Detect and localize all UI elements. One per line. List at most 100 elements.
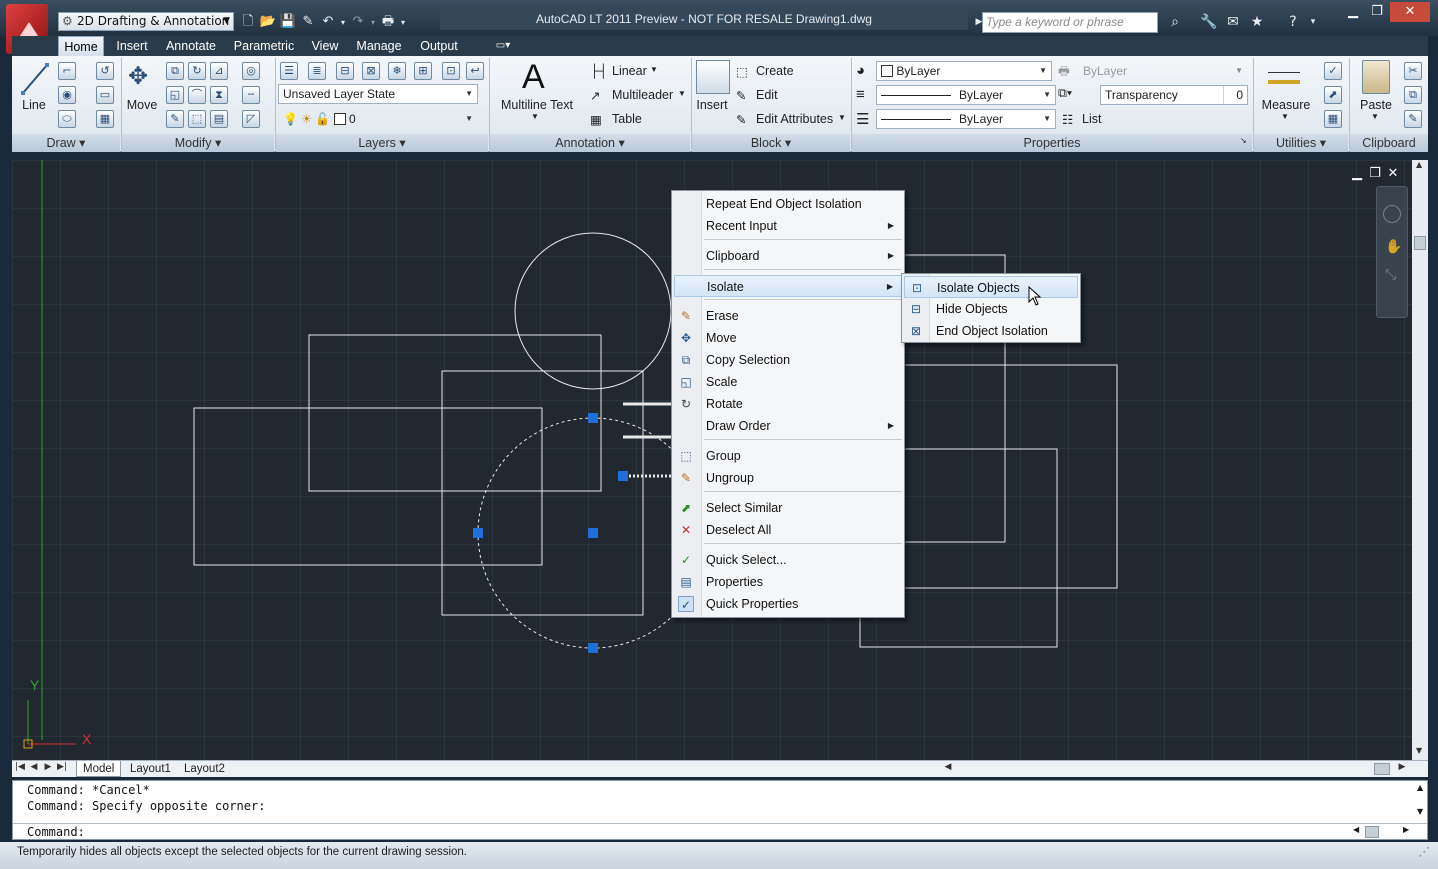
last-layout-icon[interactable]: ▶| xyxy=(56,762,68,772)
plot-icon[interactable]: 🖶 xyxy=(378,12,398,31)
menu-item-draw-order[interactable]: Draw Order ▶ xyxy=(674,415,902,437)
measure-button[interactable]: Measure xyxy=(1258,98,1314,112)
hatch-icon[interactable]: ▦ xyxy=(96,110,114,128)
paste-button[interactable]: Paste xyxy=(1354,98,1398,112)
tab-insert[interactable]: Insert xyxy=(110,36,154,56)
paste-icon[interactable] xyxy=(1362,60,1390,94)
favorites-star-icon[interactable]: ★ xyxy=(1246,12,1268,32)
transparency-icon[interactable]: ⧉▾ xyxy=(1058,86,1072,101)
redo-icon[interactable]: ↷ xyxy=(348,12,368,31)
lineweight-icon[interactable]: ☰ xyxy=(856,110,869,128)
fillet-icon[interactable]: ⌒ xyxy=(188,86,206,104)
insert-block-icon[interactable] xyxy=(696,60,730,94)
circle-icon[interactable]: ◉ xyxy=(58,86,76,104)
command-input[interactable]: Command: ◀ ▶ xyxy=(13,823,1427,840)
multileader-dropdown-icon[interactable]: ▼ xyxy=(678,89,686,98)
copy-clip-icon[interactable]: ⧉ xyxy=(1404,86,1422,104)
close-icon[interactable]: ✕ xyxy=(1390,2,1430,22)
cmd-scroll-down-icon[interactable]: ▼ xyxy=(1417,807,1423,816)
stretch-icon[interactable]: ◱ xyxy=(166,86,184,104)
grip-handle[interactable] xyxy=(588,528,598,538)
help-dropdown-icon[interactable]: ▾ xyxy=(1302,12,1324,32)
minimize-icon[interactable]: ▁ xyxy=(1340,2,1366,22)
utilities-panel-title[interactable]: Utilities ▾ xyxy=(1254,134,1348,152)
mirror-icon[interactable]: ⧗ xyxy=(210,86,228,104)
menu-item-clipboard[interactable]: Clipboard ▶ xyxy=(674,245,902,267)
qat-dropdown-icon[interactable]: ▾ xyxy=(398,13,408,32)
offset-icon[interactable]: ◎ xyxy=(242,62,260,80)
grip-handle[interactable] xyxy=(588,413,598,423)
layer-off-icon[interactable]: ⊠ xyxy=(362,62,380,80)
next-layout-icon[interactable]: ▶ xyxy=(42,762,54,772)
redo-dropdown-icon[interactable]: ▾ xyxy=(368,13,378,32)
menu-item-isolate-objects[interactable]: ⊡ Isolate Objects xyxy=(904,276,1078,298)
rectangle-icon[interactable]: ▭ xyxy=(96,86,114,104)
break-icon[interactable]: ╌ xyxy=(242,86,260,104)
tab-output[interactable]: Output xyxy=(414,36,464,56)
match-properties-icon[interactable]: ✎ xyxy=(1404,110,1422,128)
menu-item-group[interactable]: ⬚ Group xyxy=(674,445,902,467)
tab-home[interactable]: Home xyxy=(58,36,104,56)
navigation-bar[interactable]: ✋ ⤡ xyxy=(1376,186,1408,318)
scale-icon[interactable]: ⬚ xyxy=(188,110,206,128)
modify-panel-title[interactable]: Modify ▾ xyxy=(122,134,274,152)
block-panel-title[interactable]: Block ▾ xyxy=(692,134,850,152)
grip-handle[interactable] xyxy=(473,528,483,538)
multileader-button[interactable]: Multileader xyxy=(612,88,673,102)
chamfer-icon[interactable]: ◸ xyxy=(242,110,260,128)
tab-view[interactable]: View xyxy=(308,36,342,56)
tab-layout2[interactable]: Layout2 xyxy=(178,761,231,777)
layer-dropdown[interactable]: 💡 ☀ 🔓 0 ▼ xyxy=(278,109,478,129)
save-as-icon[interactable]: ✎ xyxy=(298,12,318,31)
tab-model[interactable]: Model xyxy=(76,761,122,777)
zoom-extents-icon[interactable]: ⤡ xyxy=(1385,267,1396,283)
edit-block-icon[interactable]: ✎ xyxy=(736,88,746,103)
cut-icon[interactable]: ✂ xyxy=(1404,62,1422,80)
table-button[interactable]: Table xyxy=(612,112,642,126)
layer-states-icon[interactable]: ≣ xyxy=(308,62,326,80)
measure-icon[interactable] xyxy=(1268,66,1300,84)
scroll-right-icon[interactable]: ▶ xyxy=(1396,762,1408,772)
chevron-down-icon[interactable]: ▼ xyxy=(1280,112,1290,121)
cmd-scroll-right-icon[interactable]: ▶ xyxy=(1403,825,1409,834)
multiline-text-icon[interactable]: A xyxy=(522,58,545,97)
viewport-minimize-icon[interactable]: ▁ xyxy=(1348,166,1366,181)
steering-wheel-icon[interactable] xyxy=(1383,205,1401,223)
menu-item-repeat-end-object-isolation[interactable]: Repeat End Object Isolation xyxy=(674,193,902,215)
edit-attributes-dropdown-icon[interactable]: ▼ xyxy=(838,113,846,122)
annotation-panel-title[interactable]: Annotation ▾ xyxy=(490,134,690,152)
array-icon[interactable]: ▤ xyxy=(210,110,228,128)
menu-item-copy-selection[interactable]: ⧉ Copy Selection xyxy=(674,349,902,371)
multiline-text-button[interactable]: Multiline Text xyxy=(498,98,576,112)
polyline-icon[interactable]: ⌐ xyxy=(58,62,76,80)
tab-annotate[interactable]: Annotate xyxy=(162,36,220,56)
chevron-down-icon[interactable]: ▼ xyxy=(1370,112,1380,121)
rotate-icon[interactable]: ↻ xyxy=(188,62,206,80)
undo-dropdown-icon[interactable]: ▾ xyxy=(338,13,348,32)
viewport-restore-icon[interactable]: ❐ xyxy=(1366,166,1384,181)
rectangle-shape[interactable] xyxy=(308,334,602,492)
multileader-icon[interactable]: ↗ xyxy=(590,88,600,103)
move-button[interactable]: Move xyxy=(124,98,160,112)
menu-item-move[interactable]: ✥ Move xyxy=(674,327,902,349)
grip-handle[interactable] xyxy=(618,471,628,481)
menu-item-quick-properties[interactable]: ✓ Quick Properties xyxy=(674,593,902,615)
menu-item-isolate[interactable]: Isolate ▶ xyxy=(674,275,902,297)
layer-lock-icon[interactable]: ⊞ xyxy=(414,62,432,80)
maximize-icon[interactable]: ❐ xyxy=(1364,2,1390,22)
list-icon[interactable]: ☷ xyxy=(1062,112,1073,127)
menu-item-end-object-isolation[interactable]: ⊠ End Object Isolation xyxy=(904,320,1078,342)
copy-icon[interactable]: ⧉ xyxy=(166,62,184,80)
layer-properties-icon[interactable]: ☰ xyxy=(280,62,298,80)
subscription-icon[interactable]: 🔧 xyxy=(1198,12,1220,32)
circle-shape[interactable] xyxy=(514,232,672,390)
layer-state-dropdown[interactable]: Unsaved Layer State ▼ xyxy=(278,84,478,104)
cmd-scroll-thumb[interactable] xyxy=(1365,826,1379,838)
color-dropdown[interactable]: ByLayer ▼ xyxy=(876,61,1052,81)
layers-panel-title[interactable]: Layers ▾ xyxy=(276,134,488,152)
transparency-value[interactable]: 0 xyxy=(1223,86,1243,104)
chevron-down-icon[interactable]: ▼ xyxy=(530,112,540,121)
open-file-icon[interactable]: 📂 xyxy=(258,12,278,31)
layer-isolate-icon[interactable]: ⊟ xyxy=(336,62,354,80)
cmd-scroll-left-icon[interactable]: ◀ xyxy=(1353,825,1359,834)
